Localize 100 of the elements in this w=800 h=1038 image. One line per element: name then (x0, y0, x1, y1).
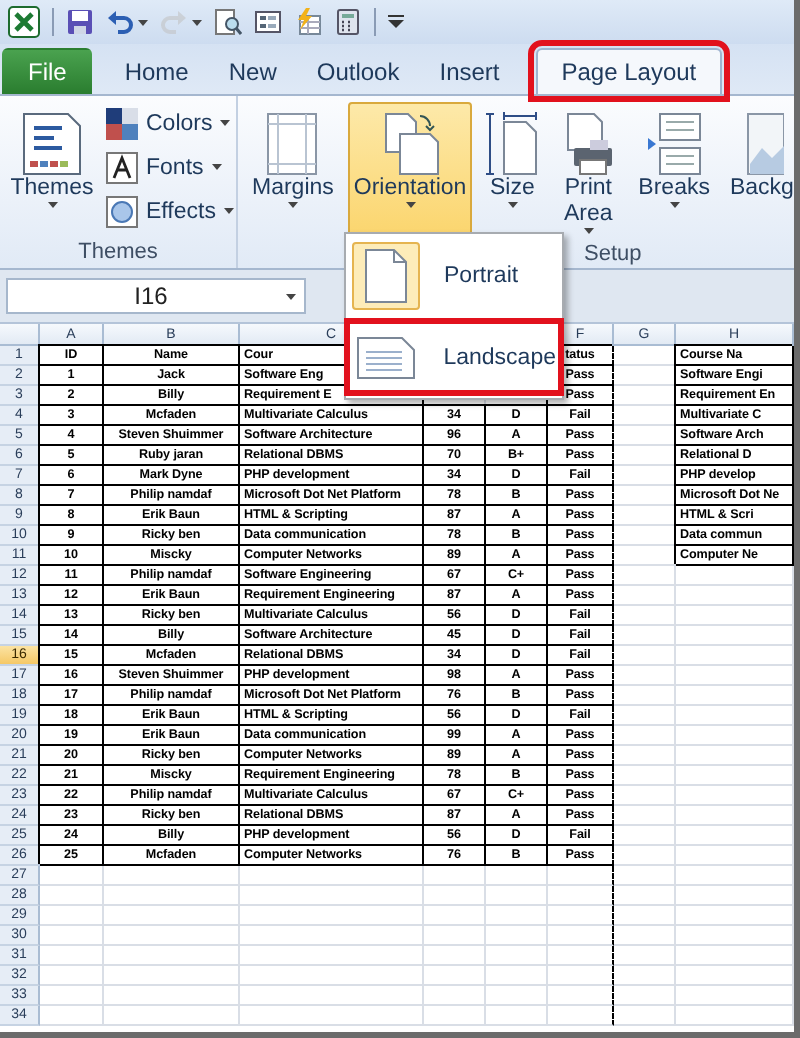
effects-button[interactable]: Effects (102, 192, 238, 230)
empty-cell (424, 986, 486, 1006)
empty-cell (548, 1006, 614, 1026)
group-label: Themes (76, 238, 160, 268)
size-button[interactable]: Size (480, 102, 545, 240)
spreadsheet-app-icon (8, 6, 40, 38)
ribbon-tab[interactable]: New (208, 48, 297, 94)
empty-cell (676, 586, 794, 606)
ribbon-tab[interactable]: Home (104, 48, 209, 94)
empty-cell (614, 886, 676, 906)
caret-icon (287, 202, 298, 208)
empty-cell (614, 666, 676, 686)
empty-cell (614, 826, 676, 846)
empty-cell (614, 646, 676, 666)
empty-cell (486, 926, 548, 946)
empty-cell (676, 626, 794, 646)
empty-cell (614, 846, 676, 866)
margins-icon (266, 112, 319, 176)
caret-icon (669, 202, 680, 208)
empty-cell (486, 886, 548, 906)
empty-cell (676, 706, 794, 726)
empty-cell (614, 686, 676, 706)
dropdown-caret-icon (138, 19, 148, 25)
empty-cell (614, 706, 676, 726)
dropdown-caret-icon (286, 293, 296, 299)
empty-cell (614, 726, 676, 746)
theme-page-icon (22, 112, 82, 176)
empty-cell (614, 986, 676, 1006)
ribbon-tab[interactable]: Outlook (296, 48, 420, 94)
empty-cell (676, 906, 794, 926)
dropdown-caret-icon (192, 19, 202, 25)
effects-icon (106, 195, 138, 227)
print-preview-icon[interactable] (214, 8, 242, 36)
empty-cell (614, 626, 676, 646)
file-tab[interactable]: File (2, 48, 93, 94)
empty-cell (676, 966, 794, 986)
empty-cell (676, 686, 794, 706)
empty-cell (486, 906, 548, 926)
empty-cell (548, 886, 614, 906)
caret-icon (223, 208, 234, 214)
empty-cell (104, 906, 240, 926)
empty-cell (486, 966, 548, 986)
caret-icon (47, 202, 57, 208)
empty-cell (676, 826, 794, 846)
empty-cell (104, 986, 240, 1006)
empty-cell (614, 786, 676, 806)
empty-cell (676, 606, 794, 626)
colors-button[interactable]: Colors (102, 104, 238, 142)
ribbon-tab[interactable]: Insert (419, 48, 520, 94)
page-size-icon (486, 112, 539, 176)
empty-cell (676, 746, 794, 766)
name-box[interactable]: I16 (6, 278, 306, 314)
caret-icon (220, 120, 231, 126)
pages-icon (380, 112, 441, 176)
empty-cell (676, 566, 794, 586)
empty-cell (676, 726, 794, 746)
caret-icon (211, 164, 222, 170)
empty-cell (548, 926, 614, 946)
empty-cell (676, 766, 794, 786)
empty-cell (424, 906, 486, 926)
print-area-button[interactable]: Print Area (552, 102, 625, 240)
empty-cell (614, 746, 676, 766)
lightning-table-icon[interactable] (294, 8, 322, 36)
margins-button[interactable]: Margins (246, 102, 340, 240)
empty-cell (676, 846, 794, 866)
calculator-icon[interactable] (334, 8, 362, 36)
empty-cell (424, 886, 486, 906)
save-icon[interactable] (66, 8, 94, 36)
breaks-button[interactable]: Breaks (632, 102, 716, 240)
empty-cell (104, 926, 240, 946)
background-button[interactable]: Backg (723, 102, 794, 240)
menu-item[interactable]: Portrait (346, 238, 562, 312)
font-icon (106, 151, 138, 183)
empty-cell (676, 666, 794, 686)
empty-cell (614, 946, 676, 966)
empty-cell (676, 946, 794, 966)
empty-cell (614, 906, 676, 926)
empty-cell (614, 766, 676, 786)
empty-cell (104, 886, 240, 906)
empty-cell (676, 926, 794, 946)
fonts-button[interactable]: Fonts (102, 148, 238, 186)
empty-cell (614, 926, 676, 946)
form-icon[interactable] (254, 8, 282, 36)
undo-icon[interactable] (106, 8, 134, 36)
empty-cell (614, 1006, 676, 1026)
themes-button[interactable]: Themes (6, 102, 98, 236)
empty-cell (614, 966, 676, 986)
group-label: Setup (582, 240, 644, 268)
empty-cell (486, 986, 548, 1006)
empty-cell (614, 806, 676, 826)
caret-icon (405, 202, 416, 208)
empty-cell (424, 1006, 486, 1026)
empty-cell (104, 966, 240, 986)
customize-caret-icon[interactable] (388, 14, 404, 30)
empty-cell (424, 926, 486, 946)
empty-cell (104, 946, 240, 966)
caret-icon (583, 228, 594, 234)
caret-icon (507, 202, 518, 208)
empty-cell (614, 566, 676, 586)
empty-cell (486, 1006, 548, 1026)
